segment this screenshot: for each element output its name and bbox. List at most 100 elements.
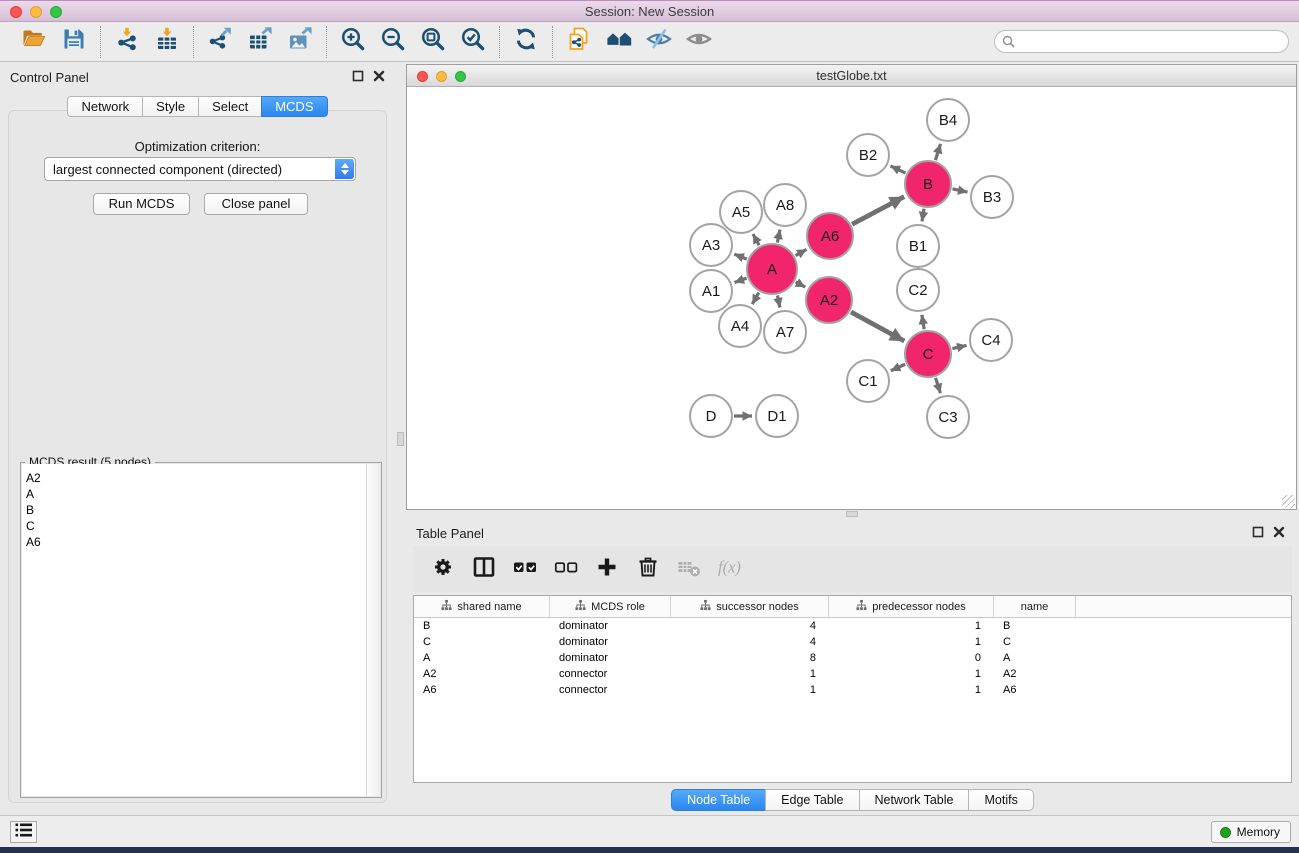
edge-B-B2[interactable] (891, 166, 906, 173)
mcds-result-item[interactable]: B (26, 502, 366, 518)
float-panel-icon[interactable] (352, 70, 364, 82)
task-history-button[interactable] (10, 821, 37, 843)
tab-node-table[interactable]: Node Table (671, 789, 766, 811)
node-A7[interactable]: A7 (764, 311, 806, 353)
settings-gear-button[interactable] (427, 552, 459, 586)
tab-motifs[interactable]: Motifs (968, 789, 1033, 811)
node-A2[interactable]: A2 (806, 277, 852, 323)
node-A5[interactable]: A5 (720, 191, 762, 233)
float-table-panel-icon[interactable] (1252, 526, 1264, 538)
edge-A-A1[interactable] (735, 278, 747, 282)
save-session-button[interactable] (57, 25, 91, 59)
vertical-splitter[interactable] (395, 62, 406, 815)
node-A4[interactable]: A4 (719, 305, 761, 347)
node-A3[interactable]: A3 (690, 224, 732, 266)
edge-B-B4[interactable] (935, 144, 940, 160)
table-row[interactable]: A6connector11A6 (414, 682, 1291, 698)
table-row[interactable]: Adominator80A (414, 650, 1291, 666)
import-network-button[interactable] (110, 25, 144, 59)
node-A6[interactable]: A6 (807, 213, 853, 259)
column-visibility-button[interactable] (468, 552, 500, 586)
window-resize-grip[interactable] (1282, 495, 1295, 508)
edge-B-B3[interactable] (952, 189, 967, 192)
node-C2[interactable]: C2 (897, 269, 939, 311)
node-B1[interactable]: B1 (897, 225, 939, 267)
network-canvas[interactable]: B4 B2 B B3 A8A5 A6 A3 B1 A A1 C2 A2 A4A7 C4 C C1 C3 D D1 (407, 87, 1296, 509)
edge-C-C4[interactable] (952, 345, 966, 348)
node-D1[interactable]: D1 (756, 395, 798, 437)
node-B3[interactable]: B3 (971, 176, 1013, 218)
node-C3[interactable]: C3 (927, 396, 969, 438)
edge-A6-B[interactable] (852, 197, 904, 225)
table-row[interactable]: Cdominator41C (414, 634, 1291, 650)
edge-A2-C[interactable] (851, 312, 904, 341)
node-C1[interactable]: C1 (847, 360, 889, 402)
deselect-all-columns-button[interactable] (550, 552, 582, 586)
node-B[interactable]: B (905, 161, 951, 207)
mcds-result-item[interactable]: C (26, 518, 366, 534)
optimization-criterion-select[interactable]: largest connected component (directed) (44, 157, 356, 181)
column-header-shared-name[interactable]: shared name (414, 596, 550, 617)
edge-C-C2[interactable] (922, 315, 924, 330)
zoom-in-button[interactable] (336, 25, 370, 59)
delete-column-button[interactable] (632, 552, 664, 586)
edge-B-B1[interactable] (922, 209, 924, 222)
edge-A-A7[interactable] (777, 295, 779, 307)
tab-select[interactable]: Select (198, 96, 262, 117)
search-input[interactable] (994, 30, 1289, 53)
refresh-layout-button[interactable] (509, 25, 543, 59)
node-D[interactable]: D (690, 395, 732, 437)
node-C[interactable]: C (905, 331, 951, 377)
table-row[interactable]: Bdominator41B (414, 618, 1291, 634)
select-all-columns-button[interactable] (509, 552, 541, 586)
column-header-name[interactable]: name (994, 596, 1076, 617)
tab-mcds[interactable]: MCDS (261, 96, 327, 117)
edge-C-C1[interactable] (891, 364, 905, 370)
tab-edge-table[interactable]: Edge Table (765, 789, 859, 811)
horizontal-splitter[interactable] (406, 510, 1299, 518)
node-B4[interactable]: B4 (927, 99, 969, 141)
column-header-successor-nodes[interactable]: successor nodes (671, 596, 829, 617)
edge-A-A5[interactable] (753, 234, 759, 245)
export-image-button[interactable] (283, 25, 317, 59)
table-row[interactable]: A2connector11A2 (414, 666, 1291, 682)
zoom-out-button[interactable] (376, 25, 410, 59)
tab-network[interactable]: Network (67, 96, 143, 117)
tab-style[interactable]: Style (142, 96, 199, 117)
add-column-button[interactable] (591, 552, 623, 586)
node-A[interactable]: A (747, 244, 797, 294)
mcds-result-item[interactable]: A (26, 486, 366, 502)
node-A8[interactable]: A8 (764, 184, 806, 226)
export-network-button[interactable] (203, 25, 237, 59)
show-all-button[interactable] (682, 25, 716, 59)
mcds-result-item[interactable]: A2 (26, 470, 366, 486)
close-table-panel-icon[interactable] (1273, 526, 1285, 538)
zoom-fit-button[interactable] (416, 25, 450, 59)
edge-A-A6[interactable] (795, 249, 806, 255)
close-panel-icon[interactable] (373, 70, 385, 82)
tab-network-table[interactable]: Network Table (859, 789, 970, 811)
edge-C-C3[interactable] (936, 378, 941, 393)
horizontal-splitter-grip[interactable] (846, 511, 858, 517)
column-header-MCDS-role[interactable]: MCDS role (550, 596, 671, 617)
node-A1[interactable]: A1 (690, 270, 732, 312)
close-panel-button[interactable]: Close panel (204, 193, 308, 215)
memory-button[interactable]: Memory (1211, 821, 1291, 843)
import-table-button[interactable] (150, 25, 184, 59)
zoom-selected-button[interactable] (456, 25, 490, 59)
edge-A-A4[interactable] (752, 293, 759, 305)
result-list-scrollbar[interactable] (366, 464, 380, 796)
mcds-result-item[interactable]: A6 (26, 534, 366, 550)
first-neighbors-button[interactable] (602, 25, 636, 59)
edge-A-A2[interactable] (796, 282, 806, 287)
node-B2[interactable]: B2 (847, 134, 889, 176)
edge-A-A8[interactable] (777, 229, 780, 242)
run-mcds-button[interactable]: Run MCDS (93, 193, 190, 215)
export-table-button[interactable] (243, 25, 277, 59)
column-header-predecessor-nodes[interactable]: predecessor nodes (829, 596, 994, 617)
edge-A-A3[interactable] (734, 254, 747, 259)
vertical-splitter-grip[interactable] (397, 432, 404, 446)
node-C4[interactable]: C4 (970, 319, 1012, 361)
new-network-from-selection-button[interactable] (562, 25, 596, 59)
open-session-button[interactable] (17, 25, 51, 59)
